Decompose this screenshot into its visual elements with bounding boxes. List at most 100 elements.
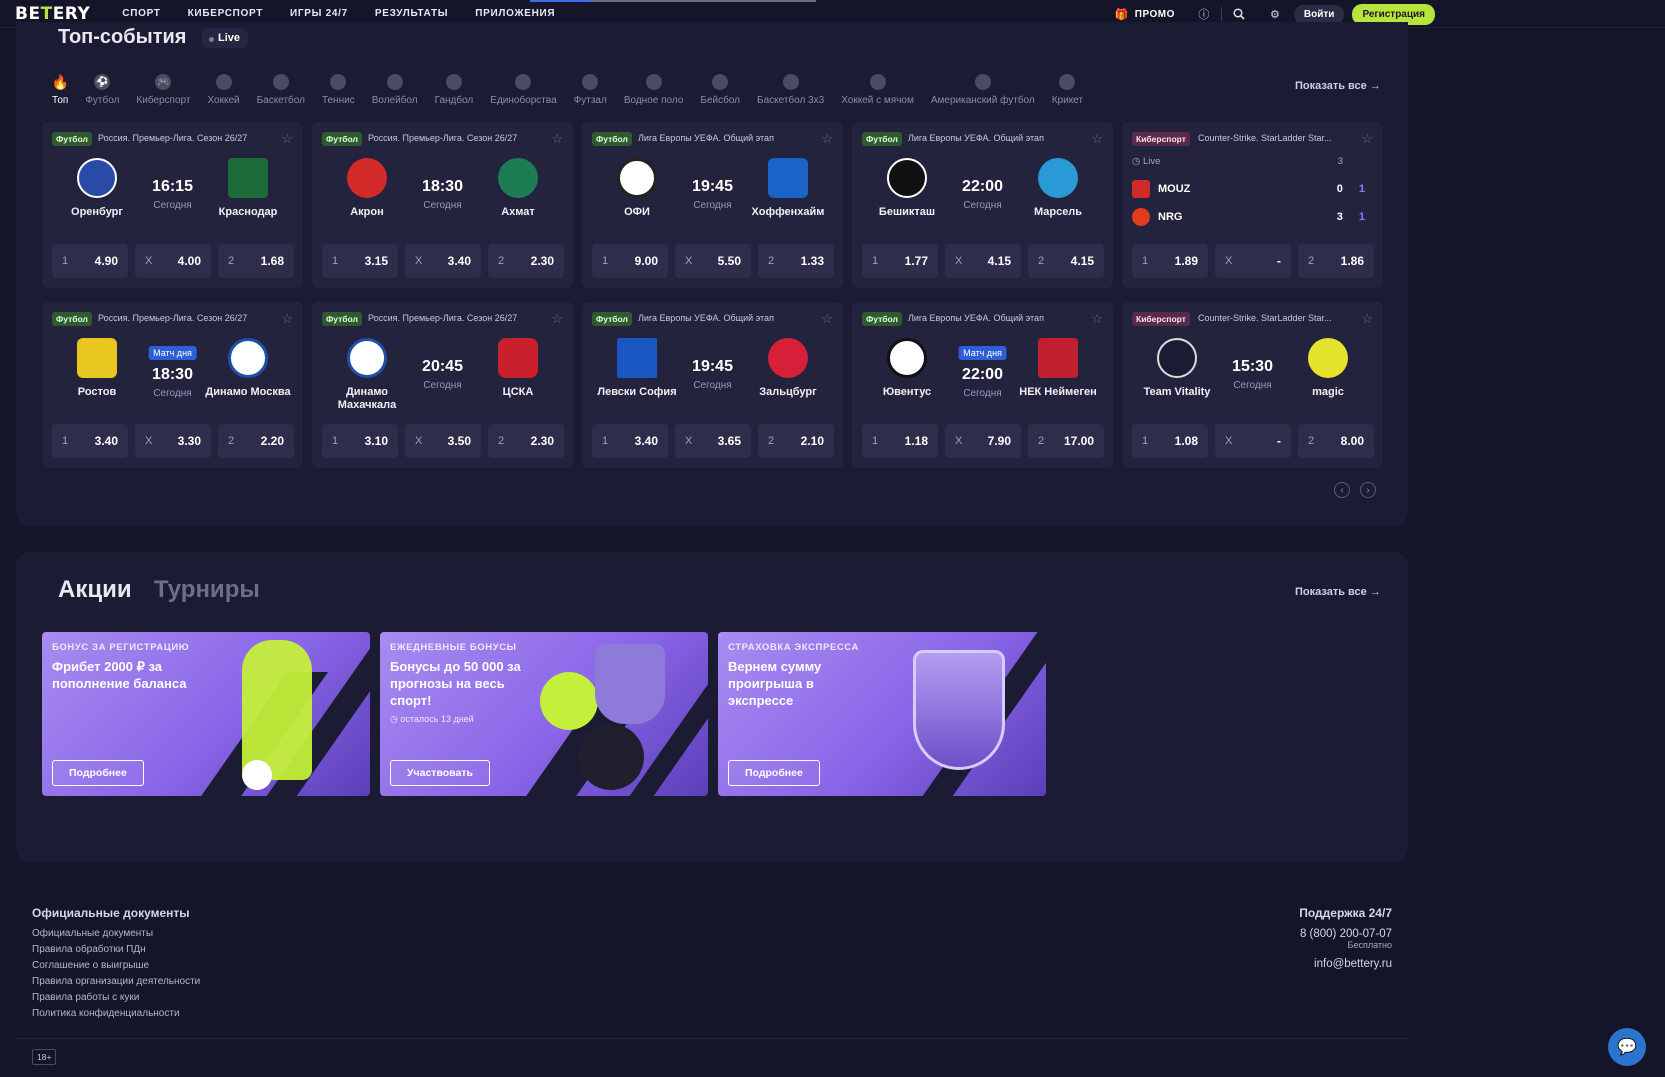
sport-american-football[interactable]: Американский футбол: [931, 74, 1035, 106]
odd-1[interactable]: 1 3.40: [592, 424, 668, 458]
odd-1[interactable]: 1 3.15: [322, 244, 398, 278]
footer-link[interactable]: Правила обработки ПДн: [32, 944, 1392, 955]
support-email[interactable]: info@bettery.ru: [1299, 958, 1392, 970]
odd-x[interactable]: X-: [1215, 424, 1291, 458]
show-all-link[interactable]: Показать все →: [1295, 80, 1381, 92]
details-button[interactable]: Подробнее: [52, 760, 144, 786]
odd-x[interactable]: X 3.65: [675, 424, 751, 458]
odd-2[interactable]: 2 2.10: [758, 424, 834, 458]
sport-basketball[interactable]: Баскетбол: [257, 74, 305, 106]
show-all-link[interactable]: Показать все →: [1295, 586, 1381, 598]
odd-2[interactable]: 2 2.30: [488, 244, 564, 278]
sport-martial[interactable]: Единоборства: [490, 74, 557, 106]
star-icon[interactable]: ☆: [551, 311, 563, 327]
event-card[interactable]: Футбол Лига Европы УЕФА. Общий этап ☆ Бе…: [852, 122, 1113, 288]
odd-x[interactable]: X-: [1215, 244, 1291, 278]
gear-icon[interactable]: ⚙: [1268, 7, 1282, 21]
odd-2[interactable]: 2 2.30: [488, 424, 564, 458]
event-card[interactable]: Киберспорт Counter-Strike. StarLadder St…: [1122, 302, 1383, 468]
odd-x[interactable]: X 3.50: [405, 424, 481, 458]
odd-2[interactable]: 2 17.00: [1028, 424, 1104, 458]
footer-link[interactable]: Соглашение о выигрыше: [32, 960, 1392, 971]
search-icon[interactable]: [1232, 7, 1246, 21]
odd-1[interactable]: 1 3.40: [52, 424, 128, 458]
footer-link[interactable]: Правила работы с куки: [32, 992, 1392, 1003]
sport-hockey[interactable]: Хоккей: [207, 74, 240, 106]
details-button[interactable]: Подробнее: [728, 760, 820, 786]
odd-x[interactable]: X 5.50: [675, 244, 751, 278]
footer-link[interactable]: Политика конфиденциальности: [32, 1008, 1392, 1019]
odd-x[interactable]: X 7.90: [945, 424, 1021, 458]
odd-1[interactable]: 1 1.77: [862, 244, 938, 278]
event-card[interactable]: Футбол Лига Европы УЕФА. Общий этап ☆ Ле…: [582, 302, 843, 468]
odd-1[interactable]: 1 3.10: [322, 424, 398, 458]
odd-2[interactable]: 2 8.00: [1298, 424, 1374, 458]
odd-1[interactable]: 1 4.90: [52, 244, 128, 278]
nav-esports[interactable]: КИБЕРСПОРТ: [188, 8, 263, 19]
waterpolo-icon: [645, 74, 662, 90]
star-icon[interactable]: ☆: [1091, 131, 1103, 147]
sport-handball[interactable]: Гандбол: [435, 74, 473, 106]
event-card[interactable]: Футбол Россия. Премьер-Лига. Сезон 26/27…: [42, 122, 303, 288]
odd-1[interactable]: 1 1.08: [1132, 424, 1208, 458]
star-icon[interactable]: ☆: [281, 131, 293, 147]
odd-x[interactable]: X 3.30: [135, 424, 211, 458]
footer-link[interactable]: Официальные документы: [32, 928, 1392, 939]
odd-1[interactable]: 1 1.89: [1132, 244, 1208, 278]
odd-x[interactable]: X 4.15: [945, 244, 1021, 278]
odd-2[interactable]: 2 1.33: [758, 244, 834, 278]
sport-tennis[interactable]: Теннис: [322, 74, 355, 106]
odd-1[interactable]: 1 9.00: [592, 244, 668, 278]
star-icon[interactable]: ☆: [821, 131, 833, 147]
sport-baseball[interactable]: Бейсбол: [700, 74, 740, 106]
odd-1[interactable]: 1 1.18: [862, 424, 938, 458]
star-icon[interactable]: ☆: [551, 131, 563, 147]
star-icon[interactable]: ☆: [1091, 311, 1103, 327]
event-card[interactable]: Футбол Россия. Премьер-Лига. Сезон 26/27…: [42, 302, 303, 468]
promo-card[interactable]: СТРАХОВКА ЭКСПРЕССА Вернем сумму проигры…: [718, 632, 1046, 796]
odd-2[interactable]: 2 1.86: [1298, 244, 1374, 278]
event-card[interactable]: Футбол Лига Европы УЕФА. Общий этап ☆ Юв…: [852, 302, 1113, 468]
promo-card[interactable]: ЕЖЕДНЕВНЫЕ БОНУСЫ Бонусы до 50 000 за пр…: [380, 632, 708, 796]
logo[interactable]: BETERY: [15, 4, 90, 24]
sport-football[interactable]: ⚽ Футбол: [85, 74, 119, 106]
tab-promotions[interactable]: Акции: [58, 576, 132, 604]
star-icon[interactable]: ☆: [281, 311, 293, 327]
chat-button[interactable]: 💬: [1608, 1028, 1646, 1066]
next-page-button[interactable]: ›: [1360, 482, 1376, 498]
sport-esports[interactable]: 🎮 Киберспорт: [136, 74, 190, 106]
esports-live-card[interactable]: Киберспорт Counter-Strike. StarLadder St…: [1122, 122, 1383, 288]
event-card[interactable]: Футбол Россия. Премьер-Лига. Сезон 26/27…: [312, 122, 573, 288]
sport-futsal[interactable]: Футзал: [574, 74, 607, 106]
nav-games[interactable]: ИГРЫ 24/7: [290, 8, 348, 19]
star-icon[interactable]: ☆: [821, 311, 833, 327]
sport-cricket[interactable]: Крикет: [1052, 74, 1083, 106]
participate-button[interactable]: Участвовать: [390, 760, 490, 786]
odd-2[interactable]: 2 1.68: [218, 244, 294, 278]
sport-top[interactable]: 🔥 Топ: [51, 74, 68, 107]
login-button[interactable]: Войти: [1293, 4, 1345, 24]
prev-page-button[interactable]: ‹: [1334, 482, 1350, 498]
sport-waterpolo[interactable]: Водное поло: [624, 74, 683, 106]
info-icon[interactable]: ⓘ: [1197, 7, 1211, 21]
live-filter[interactable]: Live: [202, 28, 249, 48]
odd-x[interactable]: X 3.40: [405, 244, 481, 278]
event-card[interactable]: Футбол Россия. Премьер-Лига. Сезон 26/27…: [312, 302, 573, 468]
odd-x[interactable]: X 4.00: [135, 244, 211, 278]
event-card[interactable]: Футбол Лига Европы УЕФА. Общий этап ☆ ОФ…: [582, 122, 843, 288]
support-phone[interactable]: 8 (800) 200-07-07: [1299, 928, 1392, 940]
promo-link[interactable]: 🎁 ПРОМО: [1115, 7, 1175, 21]
footer-link[interactable]: Правила организации деятельности: [32, 976, 1392, 987]
odd-2[interactable]: 2 2.20: [218, 424, 294, 458]
sport-basketball3x3[interactable]: Баскетбол 3x3: [757, 74, 824, 106]
tab-tournaments[interactable]: Турниры: [154, 576, 260, 604]
nav-results[interactable]: РЕЗУЛЬТАТЫ: [375, 8, 448, 19]
star-icon[interactable]: ☆: [1361, 131, 1373, 147]
odd-2[interactable]: 2 4.15: [1028, 244, 1104, 278]
star-icon[interactable]: ☆: [1361, 311, 1373, 327]
sport-bandy[interactable]: Хоккей с мячом: [841, 74, 914, 106]
nav-sport[interactable]: СПОРТ: [122, 8, 160, 19]
sport-volleyball[interactable]: Волейбол: [372, 74, 418, 106]
nav-apps[interactable]: ПРИЛОЖЕНИЯ: [475, 8, 555, 19]
promo-card[interactable]: БОНУС ЗА РЕГИСТРАЦИЮ Фрибет 2000 ₽ за по…: [42, 632, 370, 796]
